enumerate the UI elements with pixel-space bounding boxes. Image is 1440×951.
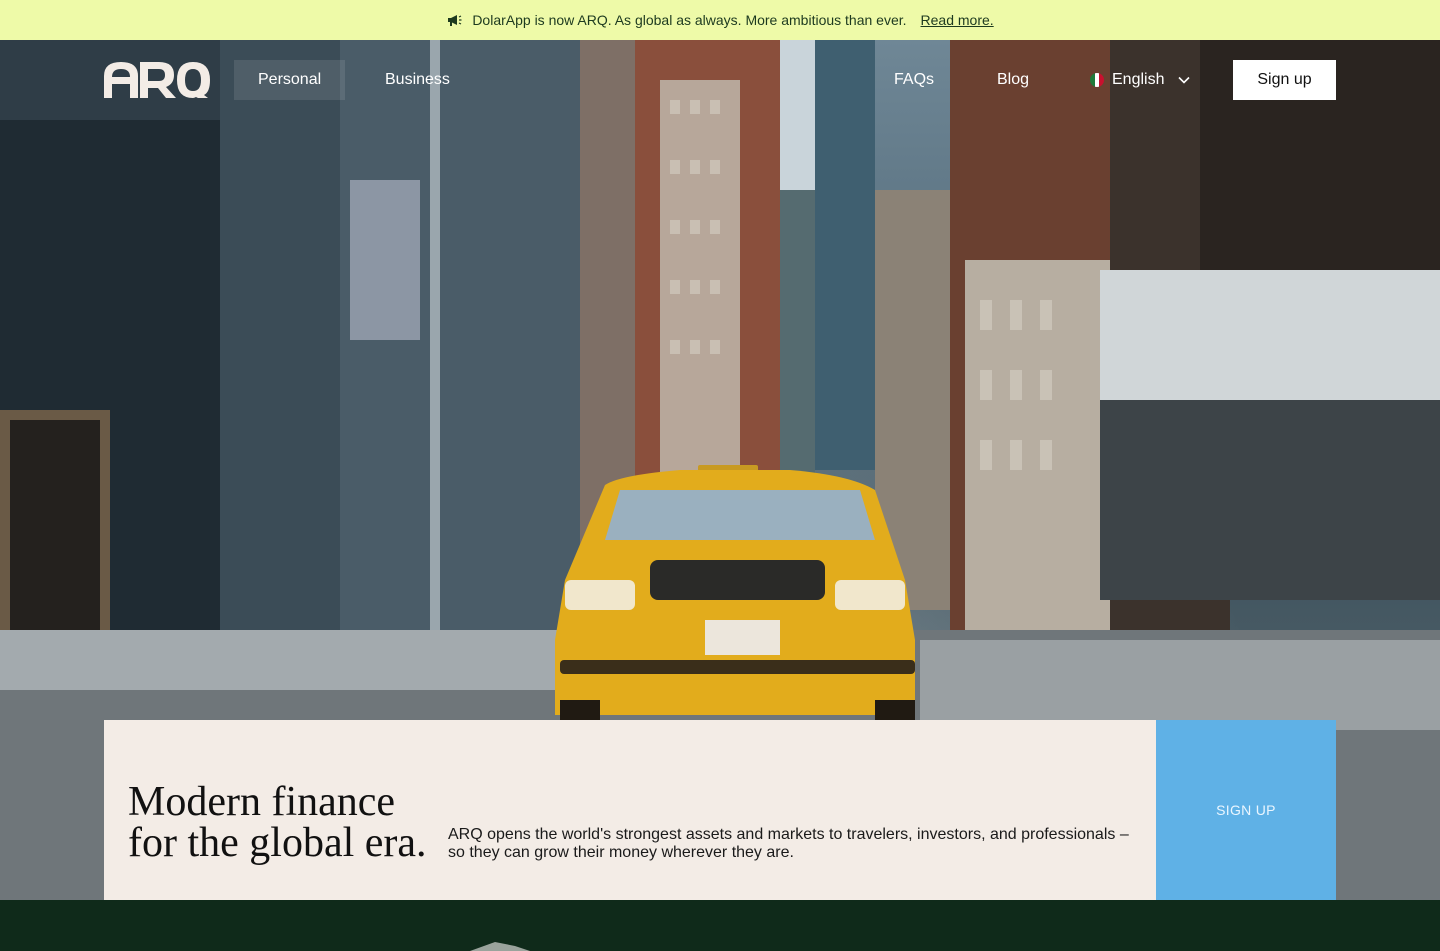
- headline-line-2: for the global era.: [128, 820, 427, 866]
- next-section: [0, 900, 1440, 951]
- nav-blog[interactable]: Blog: [973, 60, 1053, 100]
- hero-signup-button[interactable]: SIGN UP: [1156, 720, 1336, 900]
- hero-headline: Modern finance for the global era.: [128, 779, 448, 866]
- taxi: [555, 465, 915, 720]
- hero-card: Modern finance for the global era. ARQ o…: [104, 720, 1156, 900]
- chevron-down-icon: [1178, 76, 1191, 84]
- hero-description: ARQ opens the world's strongest assets a…: [448, 826, 1129, 861]
- announcement-text: DolarApp is now ARQ. As global as always…: [472, 12, 907, 28]
- nav-personal[interactable]: Personal: [234, 60, 346, 100]
- headline-line-1: Modern finance: [128, 779, 396, 825]
- signup-button[interactable]: Sign up: [1233, 60, 1336, 100]
- top-nav: Personal Business FAQs Blog English Sign…: [0, 40, 1440, 120]
- card-graphic: [470, 942, 530, 951]
- nav-business[interactable]: Business: [361, 60, 474, 100]
- arq-logo[interactable]: [104, 62, 210, 98]
- megaphone-icon: [448, 15, 462, 26]
- language-label: English: [1112, 71, 1165, 88]
- nav-faqs[interactable]: FAQs: [870, 60, 958, 100]
- read-more-link[interactable]: Read more.: [921, 12, 994, 28]
- mexico-flag-icon: [1090, 73, 1104, 87]
- language-selector[interactable]: English: [1090, 60, 1191, 100]
- announcement-bar: DolarApp is now ARQ. As global as always…: [0, 0, 1440, 40]
